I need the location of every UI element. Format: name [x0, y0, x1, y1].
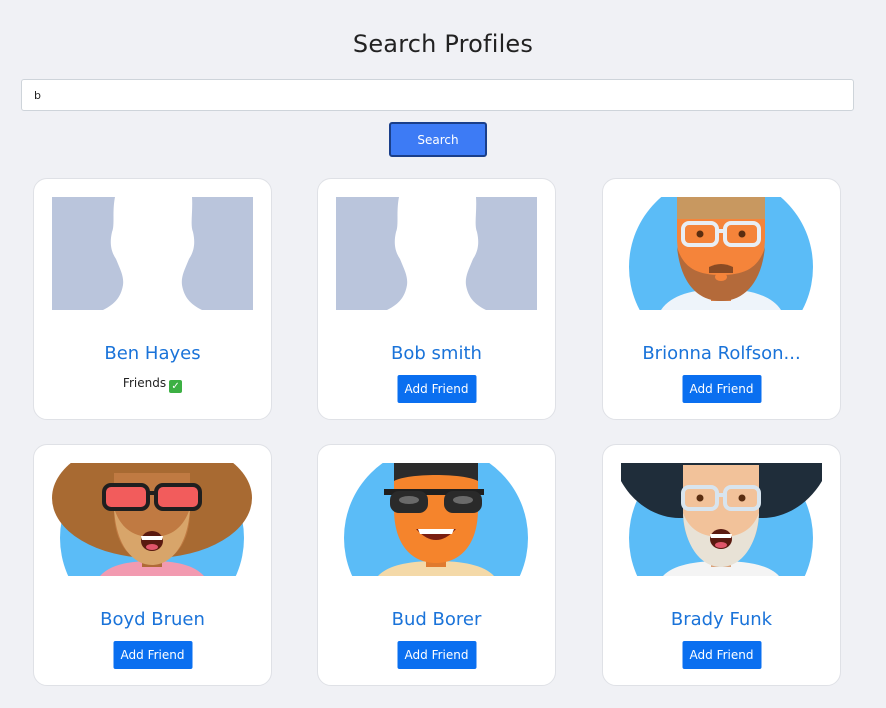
profile-card: Ben Hayes Friends ✓: [33, 178, 272, 420]
profile-card: Bud Borer Add Friend: [317, 444, 556, 686]
cartoon-avatar-icon[interactable]: [621, 197, 822, 310]
search-button[interactable]: Search: [389, 122, 487, 157]
profile-card: Bob smith Add Friend: [317, 178, 556, 420]
profile-name[interactable]: Bud Borer: [318, 609, 555, 630]
page-title: Search Profiles: [352, 30, 534, 59]
add-friend-button[interactable]: Add Friend: [682, 641, 761, 669]
friends-label: Friends: [122, 376, 167, 390]
profile-card: Brionna Rolfson... Add Friend: [602, 178, 841, 420]
add-friend-button[interactable]: Add Friend: [682, 375, 761, 403]
cartoon-avatar-icon[interactable]: [52, 463, 253, 576]
profile-card: Boyd Bruen Add Friend: [33, 444, 272, 686]
profile-name[interactable]: Brady Funk: [603, 609, 840, 630]
cartoon-avatar-icon[interactable]: [336, 463, 537, 576]
search-input[interactable]: [21, 79, 854, 111]
default-avatar-icon[interactable]: [52, 197, 253, 310]
add-friend-button[interactable]: Add Friend: [397, 641, 476, 669]
profile-name[interactable]: Ben Hayes: [34, 343, 271, 364]
add-friend-button[interactable]: Add Friend: [113, 641, 192, 669]
profile-name[interactable]: Boyd Bruen: [34, 609, 271, 630]
profile-name[interactable]: Brionna Rolfson...: [603, 343, 840, 364]
default-avatar-icon[interactable]: [336, 197, 537, 310]
add-friend-button[interactable]: Add Friend: [397, 375, 476, 403]
friends-status: Friends ✓: [34, 376, 271, 393]
profile-name[interactable]: Bob smith: [318, 343, 555, 364]
profile-card: Brady Funk Add Friend: [602, 444, 841, 686]
check-icon: ✓: [169, 380, 183, 393]
cartoon-avatar-icon[interactable]: [621, 463, 822, 576]
